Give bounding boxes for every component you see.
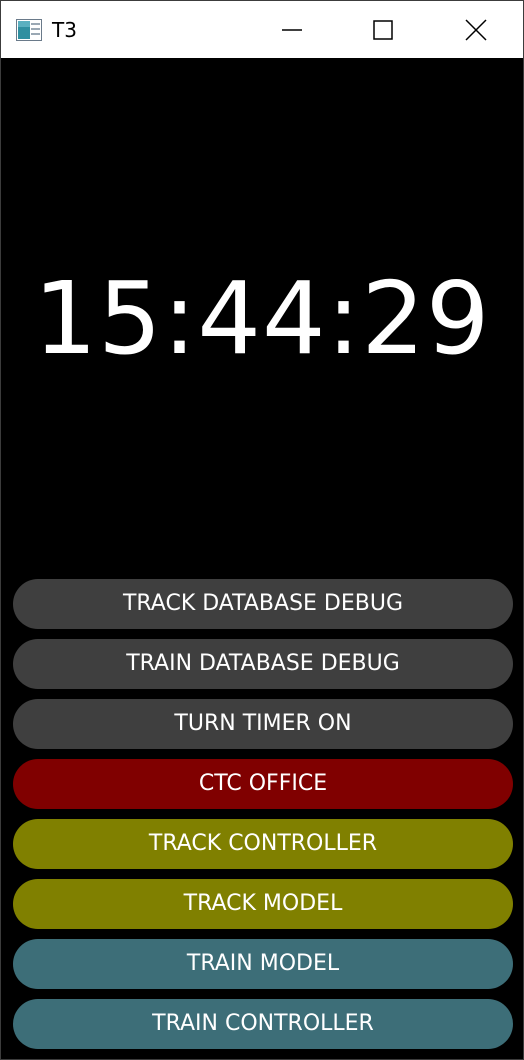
minimize-icon (281, 28, 302, 31)
close-icon (464, 18, 487, 41)
track-controller-button[interactable]: TRACK CONTROLLER (13, 819, 513, 869)
maximize-icon (372, 19, 393, 40)
module-button-list: TRACK DATABASE DEBUG TRAIN DATABASE DEBU… (13, 579, 513, 1059)
turn-timer-on-button[interactable]: TURN TIMER ON (13, 699, 513, 749)
train-model-button[interactable]: TRAIN MODEL (13, 939, 513, 989)
train-database-debug-button[interactable]: TRAIN DATABASE DEBUG (13, 639, 513, 689)
title-bar[interactable]: T3 (1, 1, 523, 58)
track-model-button[interactable]: TRACK MODEL (13, 879, 513, 929)
window-title: T3 (52, 18, 77, 42)
train-controller-button[interactable]: TRAIN CONTROLLER (13, 999, 513, 1049)
minimize-button[interactable] (245, 1, 338, 58)
app-window: T3 15:44:29 TRACK DATABASE DEBUG TRAIN D… (0, 0, 524, 1060)
ctc-office-button[interactable]: CTC OFFICE (13, 759, 513, 809)
maximize-button[interactable] (336, 1, 429, 58)
clock-display: 15:44:29 (33, 260, 491, 377)
track-database-debug-button[interactable]: TRACK DATABASE DEBUG (13, 579, 513, 629)
app-window-icon (16, 19, 42, 41)
close-button[interactable] (429, 1, 522, 58)
